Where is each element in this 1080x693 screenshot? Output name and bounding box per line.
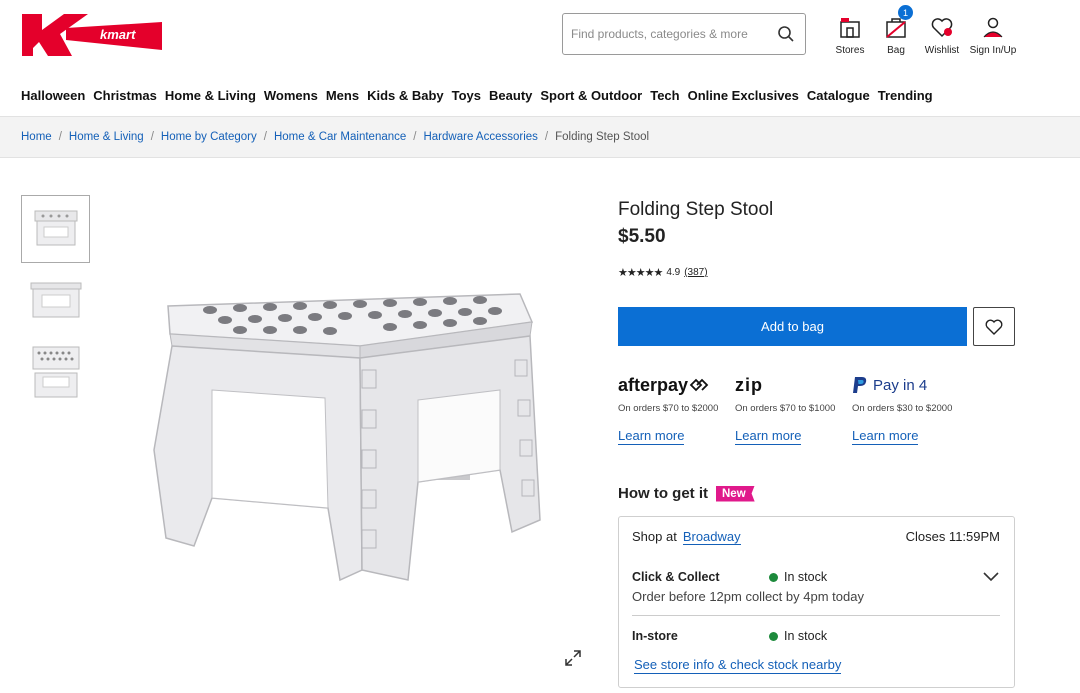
afterpay-name: afterpay bbox=[618, 374, 689, 395]
add-to-bag-button[interactable]: Add to bag bbox=[618, 307, 967, 346]
thumbnail-3[interactable] bbox=[21, 339, 90, 407]
click-collect-note: Order before 12pm collect by 4pm today bbox=[632, 589, 864, 604]
nav-item-toys[interactable]: Toys bbox=[452, 88, 481, 103]
breadcrumb-home-living[interactable]: Home & Living bbox=[69, 131, 144, 143]
header-icons: Stores 1 Bag Wishlist Sign In/Up bbox=[826, 5, 1020, 62]
breadcrumb-separator: / bbox=[263, 131, 267, 143]
paypal-icon bbox=[853, 377, 867, 393]
afterpay-logo: afterpay bbox=[618, 373, 728, 397]
breadcrumb-home-car-maintenance[interactable]: Home & Car Maintenance bbox=[274, 131, 406, 143]
breadcrumb-home[interactable]: Home bbox=[21, 131, 52, 143]
heart-icon bbox=[985, 319, 1003, 335]
in-store-label: In-store bbox=[632, 629, 678, 643]
breadcrumb-current: Folding Step Stool bbox=[555, 131, 650, 143]
nav-item-online-exclusives[interactable]: Online Exclusives bbox=[688, 88, 799, 103]
afterpay-arrows-icon bbox=[689, 378, 709, 392]
user-icon bbox=[980, 14, 1006, 40]
search-input[interactable] bbox=[571, 27, 777, 41]
nav-item-beauty[interactable]: Beauty bbox=[489, 88, 532, 103]
breadcrumb-separator: / bbox=[413, 131, 417, 143]
chevron-down-icon[interactable] bbox=[982, 569, 1000, 583]
thumbnail-gallery bbox=[21, 195, 90, 411]
how-to-get-it-heading: How to get it bbox=[618, 485, 708, 502]
nav-item-kids-baby[interactable]: Kids & Baby bbox=[367, 88, 444, 103]
sign-in-link[interactable]: Sign In/Up bbox=[966, 6, 1020, 62]
breadcrumb-separator: / bbox=[544, 131, 549, 143]
zip-terms: On orders $70 to $1000 bbox=[735, 403, 836, 414]
bag-count-badge: 1 bbox=[898, 5, 913, 20]
in-store-status: In stock bbox=[769, 629, 827, 643]
breadcrumb-separator: / bbox=[58, 131, 62, 143]
nav-item-halloween[interactable]: Halloween bbox=[21, 88, 85, 103]
afterpay-learn-more-link[interactable]: Learn more bbox=[618, 428, 685, 445]
stores-label: Stores bbox=[835, 45, 865, 56]
breadcrumb-home-by-category[interactable]: Home by Category bbox=[161, 131, 257, 143]
paypal-logo: Pay in 4 bbox=[852, 373, 962, 397]
zip-learn-more-link[interactable]: Learn more bbox=[735, 428, 802, 445]
afterpay-option: afterpay On orders $70 to $2000 Learn mo… bbox=[618, 373, 728, 445]
shop-at-row: Shop at Broadway bbox=[632, 529, 741, 545]
site-header: kmart Stores 1 Bag Wishlist bbox=[0, 0, 1080, 80]
zip-option: zip On orders $70 to $1000 Learn more bbox=[735, 373, 845, 445]
in-stock-dot-icon bbox=[769, 631, 778, 641]
breadcrumb: Home / Home & Living / Home by Category / H… bbox=[21, 131, 649, 143]
kmart-logo[interactable]: kmart bbox=[22, 12, 162, 58]
sign-in-label: Sign In/Up bbox=[969, 45, 1017, 56]
breadcrumb-separator: / bbox=[150, 131, 154, 143]
heart-icon bbox=[929, 14, 955, 40]
zip-name: zip bbox=[735, 374, 763, 395]
paypal-terms: On orders $30 to $2000 bbox=[852, 403, 953, 414]
in-store-status-text: In stock bbox=[784, 629, 828, 643]
shop-at-label: Shop at bbox=[632, 529, 677, 544]
paypal-name: Pay in 4 bbox=[873, 376, 928, 394]
new-badge: New bbox=[716, 485, 755, 502]
stores-link[interactable]: Stores bbox=[826, 6, 874, 62]
store-info-link[interactable]: See store info & check stock nearby bbox=[634, 657, 842, 674]
search-box[interactable] bbox=[562, 13, 806, 55]
click-collect-status: In stock bbox=[769, 570, 827, 584]
how-to-get-it: How to get it New bbox=[618, 485, 755, 502]
afterpay-terms: On orders $70 to $2000 bbox=[618, 403, 719, 414]
nav-item-catalogue[interactable]: Catalogue bbox=[807, 88, 870, 103]
nav-item-home-living[interactable]: Home & Living bbox=[165, 88, 256, 103]
thumbnail-1[interactable] bbox=[21, 195, 90, 263]
wishlist-label: Wishlist bbox=[924, 45, 960, 56]
bag-link[interactable]: 1 Bag bbox=[874, 5, 918, 62]
paypal-option: Pay in 4 On orders $30 to $2000 Learn mo… bbox=[852, 373, 962, 445]
product-main-image[interactable] bbox=[140, 270, 570, 610]
store-select-link[interactable]: Broadway bbox=[682, 529, 741, 545]
store-icon bbox=[837, 14, 863, 40]
nav-item-christmas[interactable]: Christmas bbox=[93, 88, 157, 103]
product-price: $5.50 bbox=[618, 226, 666, 247]
divider bbox=[632, 615, 1000, 616]
main-nav: Halloween Christmas Home & Living Womens… bbox=[21, 88, 933, 103]
paypal-learn-more-link[interactable]: Learn more bbox=[852, 428, 919, 445]
svg-text:kmart: kmart bbox=[100, 27, 136, 42]
expand-icon[interactable] bbox=[563, 648, 583, 668]
add-to-wishlist-button[interactable] bbox=[973, 307, 1015, 346]
star-rating-icon: ★★★★★ bbox=[618, 267, 663, 279]
store-closing-time: Closes 11:59PM bbox=[905, 529, 1000, 544]
thumbnail-2[interactable] bbox=[21, 267, 90, 335]
nav-item-womens[interactable]: Womens bbox=[264, 88, 318, 103]
review-count-link[interactable]: (387) bbox=[684, 267, 707, 278]
product-rating: ★★★★★ 4.9 (387) bbox=[618, 266, 708, 279]
nav-item-tech[interactable]: Tech bbox=[650, 88, 679, 103]
in-stock-dot-icon bbox=[769, 572, 778, 582]
click-collect-status-text: In stock bbox=[784, 570, 828, 584]
rating-value: 4.9 bbox=[666, 267, 681, 278]
bag-label: Bag bbox=[887, 45, 905, 56]
click-collect-label: Click & Collect bbox=[632, 570, 720, 584]
stock-availability-box: Shop at Broadway Closes 11:59PM Click & … bbox=[618, 516, 1015, 688]
search-icon[interactable] bbox=[777, 25, 795, 43]
zip-logo: zip bbox=[735, 373, 845, 397]
product-title: Folding Step Stool bbox=[618, 199, 774, 220]
nav-item-sport-outdoor[interactable]: Sport & Outdoor bbox=[540, 88, 642, 103]
nav-item-trending[interactable]: Trending bbox=[878, 88, 933, 103]
nav-item-mens[interactable]: Mens bbox=[326, 88, 359, 103]
breadcrumb-hardware-accessories[interactable]: Hardware Accessories bbox=[423, 131, 537, 143]
wishlist-link[interactable]: Wishlist bbox=[918, 6, 966, 62]
